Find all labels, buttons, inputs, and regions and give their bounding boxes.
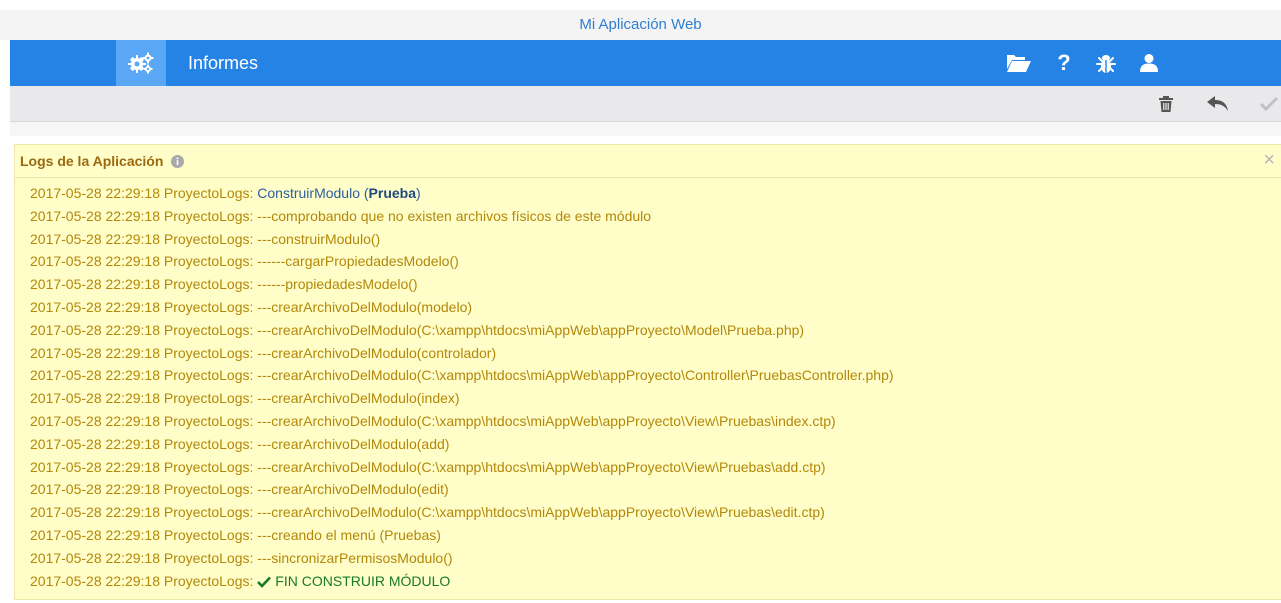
log-entry: 2017-05-28 22:29:18 ProyectoLogs: ---cre…	[30, 296, 1271, 319]
log-prefix: 2017-05-28 22:29:18 ProyectoLogs:	[30, 390, 258, 407]
log-prefix: 2017-05-28 22:29:18 ProyectoLogs:	[30, 458, 258, 475]
content-spacer	[10, 122, 1281, 136]
nav-home-button[interactable]	[116, 40, 166, 86]
panel-header: Logs de la Aplicación ×	[15, 145, 1281, 178]
folder-open-button[interactable]	[1003, 40, 1035, 86]
log-message: ---crearArchivoDelModulo(C:\xampp\htdocs…	[257, 321, 805, 338]
log-list: 2017-05-28 22:29:18 ProyectoLogs: Constr…	[30, 182, 1271, 592]
app-title: Mi Aplicación Web	[579, 16, 702, 33]
user-icon	[1140, 54, 1158, 72]
main-nav: Informes ?	[10, 40, 1281, 86]
bug-icon	[1096, 55, 1116, 73]
log-entry: 2017-05-28 22:29:18 ProyectoLogs: ---sin…	[30, 547, 1271, 570]
log-entry: 2017-05-28 22:29:18 ProyectoLogs: ---con…	[30, 228, 1271, 251]
log-entry: 2017-05-28 22:29:18 ProyectoLogs: ---cre…	[30, 524, 1271, 547]
log-prefix: 2017-05-28 22:29:18 ProyectoLogs:	[30, 412, 258, 429]
log-entry: 2017-05-28 22:29:18 ProyectoLogs: ------…	[30, 250, 1271, 273]
log-entry: 2017-05-28 22:29:18 ProyectoLogs: ---com…	[30, 205, 1271, 228]
log-message: ---crearArchivoDelModulo(modelo)	[257, 298, 473, 315]
log-message: ---crearArchivoDelModulo(C:\xampp\htdocs…	[257, 458, 826, 475]
log-module-name: Prueba	[368, 185, 417, 201]
info-icon[interactable]	[171, 155, 185, 168]
log-entry: 2017-05-28 22:29:18 ProyectoLogs: ---cre…	[30, 364, 1271, 387]
undo-button[interactable]	[1203, 86, 1233, 121]
log-message: ---crearArchivoDelModulo(C:\xampp\htdocs…	[257, 412, 836, 429]
log-entry: 2017-05-28 22:29:18 ProyectoLogs: Constr…	[30, 182, 1271, 205]
log-entry: 2017-05-28 22:29:18 ProyectoLogs: ---cre…	[30, 342, 1271, 365]
log-message: ---creando el menú (Pruebas)	[257, 526, 441, 543]
log-message: ---construirModulo()	[257, 230, 381, 247]
log-entry: 2017-05-28 22:29:18 ProyectoLogs: ---cre…	[30, 433, 1271, 456]
log-prefix: 2017-05-28 22:29:18 ProyectoLogs:	[30, 549, 258, 566]
folder-open-icon	[1007, 55, 1031, 72]
log-message: FIN CONSTRUIR MÓDULO	[257, 573, 450, 589]
panel-title: Logs de la Aplicación	[20, 145, 185, 178]
log-prefix: 2017-05-28 22:29:18 ProyectoLogs:	[30, 185, 258, 201]
log-entry: 2017-05-28 22:29:18 ProyectoLogs: ---cre…	[30, 456, 1271, 479]
log-body: 2017-05-28 22:29:18 ProyectoLogs: ---com…	[30, 205, 1271, 570]
confirm-button[interactable]	[1254, 86, 1281, 121]
log-prefix: 2017-05-28 22:29:18 ProyectoLogs:	[30, 253, 258, 270]
log-entry: 2017-05-28 22:29:18 ProyectoLogs: FIN CO…	[30, 570, 1271, 593]
log-prefix: 2017-05-28 22:29:18 ProyectoLogs:	[30, 435, 258, 452]
log-prefix: 2017-05-28 22:29:18 ProyectoLogs:	[30, 230, 258, 247]
check-icon	[1260, 96, 1278, 111]
log-entry: 2017-05-28 22:29:18 ProyectoLogs: ---cre…	[30, 387, 1271, 410]
bug-report-button[interactable]	[1090, 40, 1122, 86]
log-entry: 2017-05-28 22:29:18 ProyectoLogs: ------…	[30, 273, 1271, 296]
log-message: ---crearArchivoDelModulo(C:\xampp\htdocs…	[257, 367, 894, 384]
log-message: ------cargarPropiedadesModelo()	[257, 253, 459, 270]
log-message: ---sincronizarPermisosModulo()	[257, 549, 453, 566]
help-icon: ?	[1057, 50, 1071, 75]
log-message-text: ConstruirModulo (	[257, 185, 369, 201]
log-prefix: 2017-05-28 22:29:18 ProyectoLogs:	[30, 344, 258, 361]
log-message: ConstruirModulo (Prueba)	[257, 185, 420, 201]
log-prefix: 2017-05-28 22:29:18 ProyectoLogs:	[30, 298, 258, 315]
undo-icon	[1207, 95, 1228, 111]
panel-close-button[interactable]: ×	[1263, 145, 1275, 175]
delete-button[interactable]	[1151, 86, 1181, 121]
log-prefix: 2017-05-28 22:29:18 ProyectoLogs:	[30, 504, 258, 521]
log-entry: 2017-05-28 22:29:18 ProyectoLogs: ---cre…	[30, 501, 1271, 524]
log-message-suffix: )	[416, 185, 421, 201]
log-prefix: 2017-05-28 22:29:18 ProyectoLogs:	[30, 207, 258, 224]
log-entry: 2017-05-28 22:29:18 ProyectoLogs: ---cre…	[30, 410, 1271, 433]
log-prefix: 2017-05-28 22:29:18 ProyectoLogs:	[30, 321, 258, 338]
help-button[interactable]: ?	[1048, 40, 1080, 86]
log-entry: 2017-05-28 22:29:18 ProyectoLogs: ---cre…	[30, 478, 1271, 501]
log-message: ---crearArchivoDelModulo(add)	[257, 435, 450, 452]
log-prefix: 2017-05-28 22:29:18 ProyectoLogs:	[30, 572, 258, 589]
gears-icon	[128, 52, 154, 74]
log-prefix: 2017-05-28 22:29:18 ProyectoLogs:	[30, 367, 258, 384]
log-message: ---comprobando que no existen archivos f…	[257, 207, 652, 224]
log-prefix: 2017-05-28 22:29:18 ProyectoLogs:	[30, 481, 258, 498]
user-button[interactable]	[1133, 40, 1165, 86]
log-message: ---crearArchivoDelModulo(index)	[257, 390, 460, 407]
log-prefix: 2017-05-28 22:29:18 ProyectoLogs:	[30, 526, 258, 543]
log-entry: 2017-05-28 22:29:18 ProyectoLogs: ---cre…	[30, 319, 1271, 342]
log-message-text: FIN CONSTRUIR MÓDULO	[275, 572, 451, 589]
nav-section-title: Informes	[188, 53, 259, 73]
app-title-bar: Mi Aplicación Web	[0, 10, 1281, 40]
log-prefix: 2017-05-28 22:29:18 ProyectoLogs:	[30, 276, 258, 293]
log-message: ---crearArchivoDelModulo(C:\xampp\htdocs…	[257, 504, 825, 521]
log-message: ---crearArchivoDelModulo(edit)	[257, 481, 449, 498]
logs-panel: Logs de la Aplicación × 2017-05-28 22:29…	[14, 144, 1281, 600]
trash-icon	[1159, 95, 1173, 112]
check-icon	[257, 576, 272, 588]
panel-title-text: Logs de la Aplicación	[20, 153, 164, 169]
action-toolbar	[10, 86, 1281, 122]
log-message: ---crearArchivoDelModulo(controlador)	[257, 344, 497, 361]
log-message: ------propiedadesModelo()	[257, 276, 418, 293]
